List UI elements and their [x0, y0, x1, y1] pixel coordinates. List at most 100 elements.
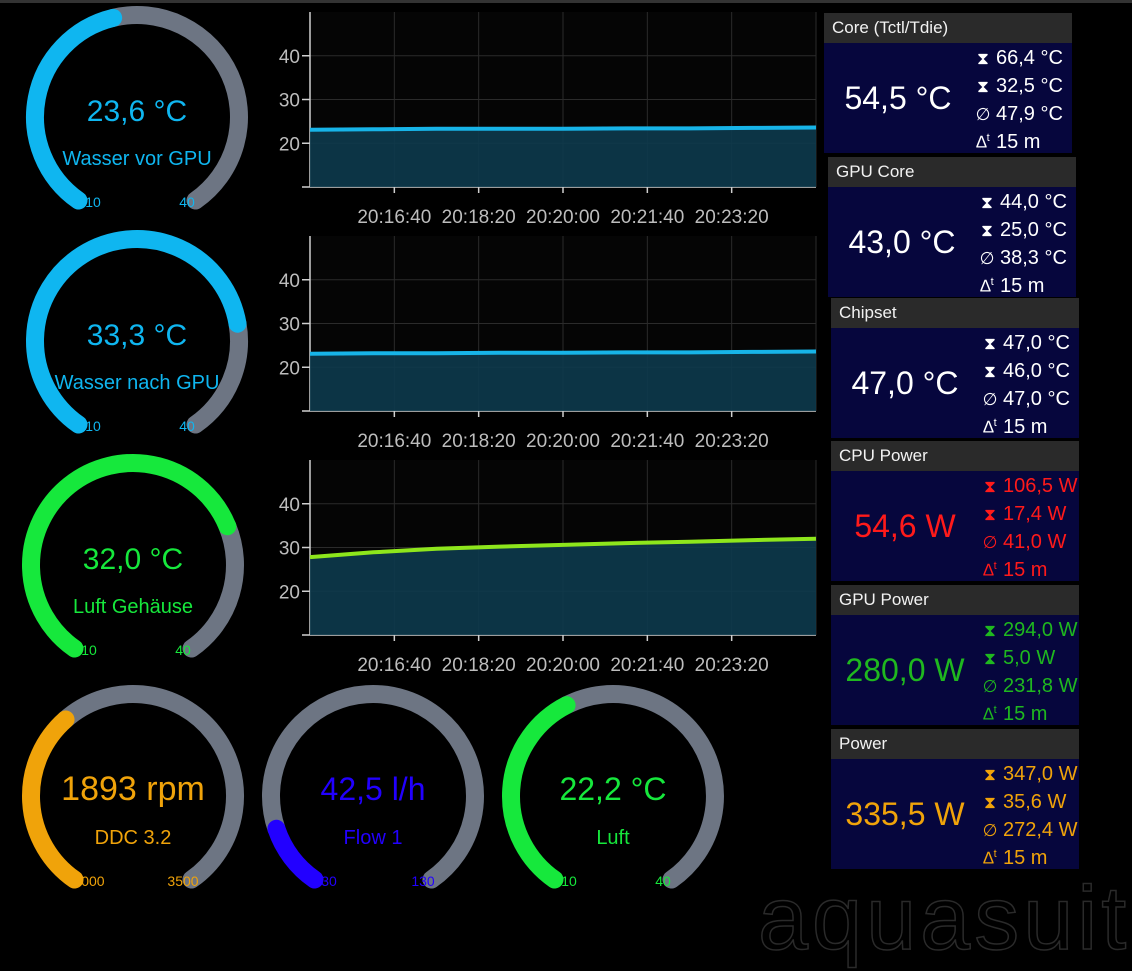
gauge-min-label: 10 — [81, 642, 97, 658]
x-tick-label: 20:18:20 — [442, 655, 516, 676]
gauge-fill — [502, 696, 576, 889]
stat-value: 15 m — [1003, 847, 1048, 869]
gauge-value: 22,2 °C — [559, 771, 666, 807]
series-line — [309, 349, 817, 356]
stat-average: ∅ 47,0 °C — [981, 388, 1070, 411]
sensor-panel-title: Chipset — [831, 298, 1079, 328]
stat-value: 41,0 W — [1003, 531, 1067, 553]
delta-time-icon: ∆t — [983, 848, 997, 868]
average-icon: ∅ — [982, 821, 998, 840]
average-icon: ∅ — [979, 249, 995, 268]
gauge-max-label: 40 — [175, 642, 191, 658]
x-tick-label: 20:20:00 — [526, 431, 600, 452]
x-tick-label: 20:20:00 — [526, 207, 600, 228]
gauge-min-label: 10 — [561, 873, 577, 889]
stat-average: ∅ 38,3 °C — [978, 247, 1067, 270]
sensor-current-value: 54,6 W — [854, 508, 956, 544]
delta-time-icon: ∆t — [983, 704, 997, 724]
stat-value: 35,6 W — [1003, 791, 1067, 813]
gauge-label: Wasser nach GPU — [55, 372, 220, 394]
gauge-2: 33,3 °C Wasser nach GPU 10 40 — [26, 229, 248, 434]
gauge-value: 33,3 °C — [87, 319, 187, 352]
sensor-panel-title: GPU Core — [828, 157, 1076, 187]
hourglass-max-icon: ⧗ — [977, 49, 989, 68]
gauge-value: 1893 rpm — [61, 770, 205, 808]
gauge-min-label: 10 — [85, 194, 101, 210]
gauge-3: 32,0 °C Luft Gehäuse 10 40 — [22, 454, 244, 658]
delta-time-icon: ∆t — [976, 132, 990, 152]
hourglass-max-icon: ⧗ — [984, 477, 996, 496]
average-icon: ∅ — [982, 677, 998, 696]
temperature-chart-1: 20 30 40 20:16:40 20:18:20 20:20:00 20:21:40 20… — [279, 12, 817, 228]
gauge-label: Wasser vor GPU — [62, 148, 211, 170]
sensor-current-value: 54,5 °C — [844, 80, 952, 116]
series-area — [310, 127, 816, 187]
sensor-current-value: 280,0 W — [845, 652, 965, 688]
stat-value: 25,0 °C — [1000, 219, 1067, 241]
x-tick-label: 20:21:40 — [610, 207, 684, 228]
stat-min: ⧗ 46,0 °C — [981, 360, 1070, 383]
stat-value: 15 m — [1003, 703, 1048, 725]
stat-time-span: ∆t 15 m — [981, 703, 1047, 726]
stat-value: 15 m — [996, 131, 1041, 153]
stat-value: 47,0 °C — [1003, 388, 1070, 410]
sensor-panel-title: CPU Power — [831, 441, 1079, 471]
gauge-min-label: 10 — [85, 418, 101, 434]
sensor-panel-3: Chipset 47,0 °C ⧗ 47,0 °C ⧗ 46,0 °C ∅ 47,0 °C ∆t… — [831, 298, 1079, 438]
stat-max: ⧗ 294,0 W — [981, 619, 1077, 642]
gauge-label: Luft Gehäuse — [73, 596, 193, 618]
aquasuite-watermark: aquasuite — [757, 868, 1132, 970]
gauge-max-label: 40 — [655, 873, 671, 889]
sensor-current-value: 47,0 °C — [851, 365, 959, 401]
stat-time-span: ∆t 15 m — [974, 131, 1040, 154]
temperature-chart-2: 20 30 40 20:16:40 20:18:20 20:20:00 20:21:40 20… — [279, 236, 817, 452]
hourglass-min-icon: ⧗ — [984, 363, 996, 382]
stat-value: 106,5 W — [1003, 475, 1078, 497]
gauge-min-label: 30 — [321, 873, 337, 889]
hourglass-min-icon: ⧗ — [984, 506, 996, 525]
gauge-5: 42,5 l/h Flow 1 30 130 — [262, 685, 484, 889]
stat-value: 272,4 W — [1003, 819, 1078, 841]
hourglass-min-icon: ⧗ — [977, 78, 989, 97]
temperature-chart-3: 20 30 40 20:16:40 20:18:20 20:20:00 20:21:40 20… — [279, 460, 817, 676]
gauge-min-label: 1000 — [73, 873, 104, 889]
sensor-current-value: 43,0 °C — [848, 224, 956, 260]
sensor-panel-body: 54,5 °C ⧗ 66,4 °C ⧗ 32,5 °C ∅ 47,9 °C ∆t 15 m — [824, 43, 1072, 153]
x-tick-label: 20:23:20 — [695, 431, 769, 452]
x-tick-label: 20:21:40 — [610, 655, 684, 676]
stat-value: 231,8 W — [1003, 675, 1078, 697]
stat-min: ⧗ 17,4 W — [981, 503, 1066, 526]
gauge-6: 22,2 °C Luft 10 40 — [502, 685, 724, 889]
hourglass-min-icon: ⧗ — [981, 222, 993, 241]
y-tick-label: 40 — [279, 47, 300, 68]
sensor-panel-body: 335,5 W ⧗ 347,0 W ⧗ 35,6 W ∅ 272,4 W ∆t 15 m — [831, 759, 1079, 869]
gauge-value: 23,6 °C — [87, 95, 187, 128]
x-tick-label: 20:20:00 — [526, 655, 600, 676]
stat-value: 15 m — [1000, 275, 1045, 297]
x-tick-label: 20:16:40 — [357, 431, 431, 452]
sensor-panel-body: 280,0 W ⧗ 294,0 W ⧗ 5,0 W ∅ 231,8 W ∆t 15 m — [831, 615, 1079, 725]
hourglass-max-icon: ⧗ — [984, 621, 996, 640]
hourglass-min-icon: ⧗ — [984, 650, 996, 669]
stat-average: ∅ 41,0 W — [981, 531, 1067, 554]
sensor-panel-body: 47,0 °C ⧗ 47,0 °C ⧗ 46,0 °C ∅ 47,0 °C ∆t 15 m — [831, 328, 1079, 438]
y-tick-label: 40 — [279, 271, 300, 292]
stat-max: ⧗ 44,0 °C — [978, 191, 1067, 214]
series-area — [310, 351, 816, 411]
stat-value: 47,0 °C — [1003, 332, 1070, 354]
gauge-max-label: 40 — [179, 194, 195, 210]
gauge-max-label: 3500 — [167, 873, 198, 889]
average-icon: ∅ — [982, 533, 998, 552]
gauge-label: Flow 1 — [344, 827, 403, 849]
delta-time-icon: ∆t — [983, 560, 997, 580]
stat-max: ⧗ 106,5 W — [981, 475, 1077, 498]
stat-time-span: ∆t 15 m — [978, 275, 1044, 298]
stat-value: 38,3 °C — [1000, 247, 1067, 269]
y-tick-label: 20 — [279, 134, 300, 155]
stat-time-span: ∆t 15 m — [981, 416, 1047, 439]
gauge-1: 23,6 °C Wasser vor GPU 10 40 — [26, 6, 248, 210]
stat-min: ⧗ 35,6 W — [981, 791, 1066, 814]
gauge-4: 1893 rpm DDC 3.2 1000 3500 — [22, 684, 245, 889]
x-tick-label: 20:16:40 — [357, 207, 431, 228]
hourglass-min-icon: ⧗ — [984, 794, 996, 813]
